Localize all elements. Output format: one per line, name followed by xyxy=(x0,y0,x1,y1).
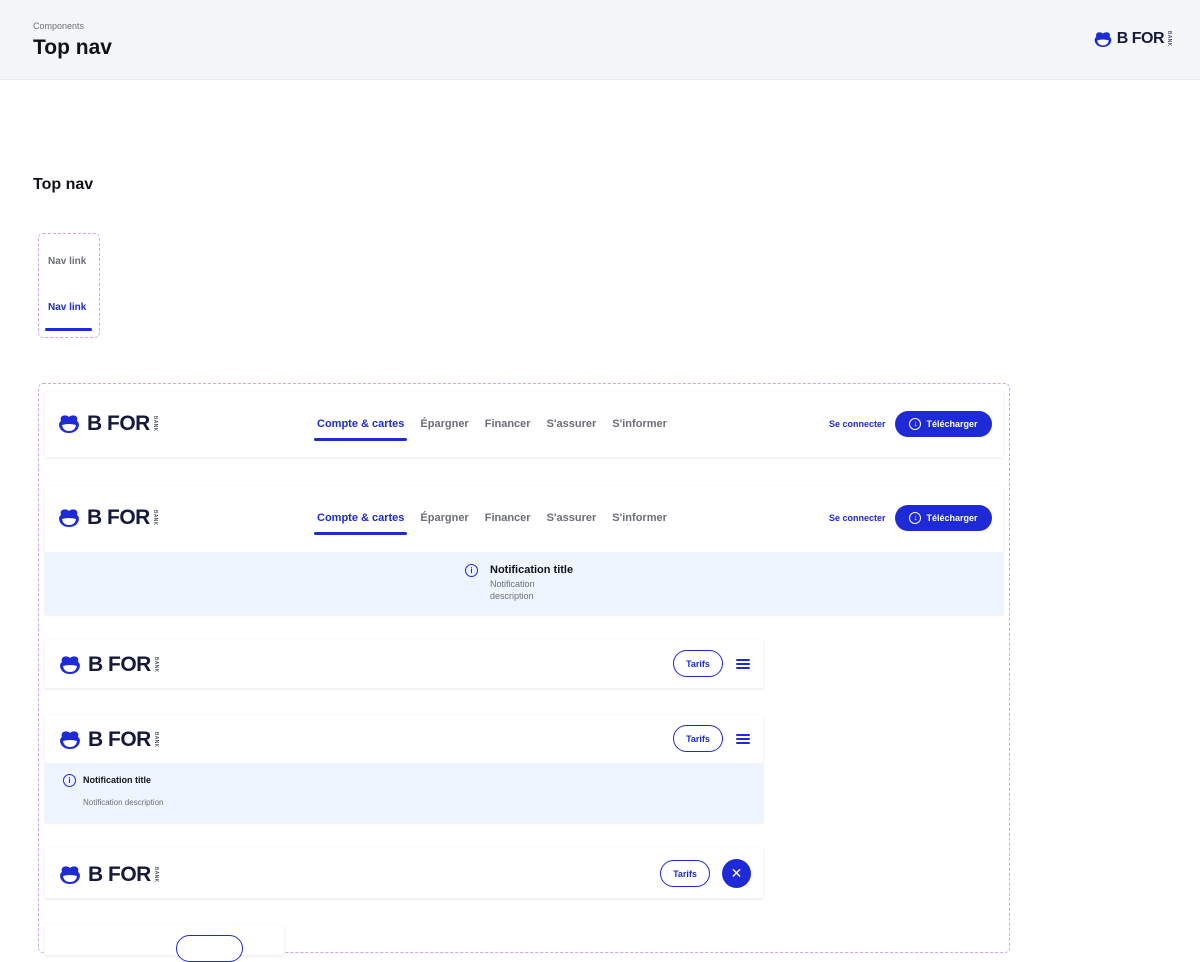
page-title: Top nav xyxy=(33,36,112,59)
download-circle-icon: ↓ xyxy=(909,512,922,524)
brand-logo[interactable]: B FOR BANK xyxy=(57,412,158,436)
main-menu: Compte & cartes Épargner Financer S'assu… xyxy=(313,512,667,535)
brand-sub: BANK xyxy=(151,510,158,526)
login-link[interactable]: Se connecter xyxy=(829,419,886,429)
breadcrumb: Components xyxy=(33,21,85,31)
hamburger-icon[interactable] xyxy=(736,734,750,744)
notification-banner: i Notification title Notification descri… xyxy=(45,552,1003,614)
menu-item-sinformer[interactable]: S'informer xyxy=(612,512,667,524)
tarifs-button[interactable]: Tarifs xyxy=(673,725,723,752)
login-link[interactable]: Se connecter xyxy=(829,513,886,523)
brand-sub: BANK xyxy=(152,867,159,883)
main-menu: Compte & cartes Épargner Financer S'assu… xyxy=(313,418,667,441)
tarifs-button[interactable]: Tarifs xyxy=(673,650,723,677)
brand-mark-icon xyxy=(60,866,80,884)
brand-mark-icon xyxy=(1094,31,1111,47)
brand-name: B FOR xyxy=(88,863,151,886)
mobile-top-nav-with-notification: B FOR BANK Tarifs i Notification title N… xyxy=(45,715,763,822)
brand-sub: BANK xyxy=(1166,31,1172,47)
brand-sub: BANK xyxy=(152,732,159,748)
notification-title: Notification title xyxy=(83,775,151,785)
notification-description: Notification description xyxy=(490,579,535,601)
brand-logo[interactable]: B FOR BANK xyxy=(58,653,159,677)
brand-logo[interactable]: B FOR BANK xyxy=(58,728,159,752)
info-icon: i xyxy=(63,774,76,787)
brand-name: B FOR xyxy=(1116,30,1165,47)
brand-mark-icon xyxy=(60,656,80,674)
brand-name: B FOR xyxy=(88,653,151,676)
download-button[interactable]: ↓ Télécharger xyxy=(895,505,992,531)
page-header: Components Top nav B FOR BANK xyxy=(0,0,1200,80)
menu-item-epargner[interactable]: Épargner xyxy=(420,418,468,430)
menu-item-compte-cartes[interactable]: Compte & cartes xyxy=(313,512,408,535)
tarifs-button-partial[interactable] xyxy=(176,935,243,962)
mobile-top-nav: B FOR BANK Tarifs xyxy=(45,640,763,688)
brand-mark-icon xyxy=(59,415,79,433)
nav-link-default[interactable]: Nav link xyxy=(48,256,86,267)
menu-item-sassurer[interactable]: S'assurer xyxy=(547,418,597,430)
notification-description: Notification description xyxy=(83,798,164,807)
download-circle-icon: ↓ xyxy=(909,418,922,430)
download-button[interactable]: ↓ Télécharger xyxy=(895,411,992,437)
brand-mark-icon xyxy=(60,731,80,749)
notification-banner: i Notification title Notification descri… xyxy=(45,763,763,822)
menu-item-sinformer[interactable]: S'informer xyxy=(612,418,667,430)
menu-item-financer[interactable]: Financer xyxy=(485,418,531,430)
brand-sub: BANK xyxy=(151,416,158,432)
download-button-label: Télécharger xyxy=(926,513,978,523)
nav-link-component-frame: Nav link Nav link xyxy=(38,233,100,338)
info-icon: i xyxy=(465,564,478,577)
mobile-top-nav-open: B FOR BANK Tarifs ✕ xyxy=(45,848,763,898)
desktop-top-nav-with-notification: B FOR BANK Compte & cartes Épargner Fina… xyxy=(45,486,1003,614)
small-top-nav-partial xyxy=(45,925,284,962)
menu-item-epargner[interactable]: Épargner xyxy=(420,512,468,524)
brand-logo[interactable]: B FOR BANK xyxy=(58,863,159,887)
brand-logo[interactable]: B FOR BANK xyxy=(57,506,158,530)
menu-item-compte-cartes[interactable]: Compte & cartes xyxy=(313,418,408,441)
brand-name: B FOR xyxy=(87,412,150,435)
notification-title: Notification title xyxy=(490,564,574,576)
menu-item-sassurer[interactable]: S'assurer xyxy=(547,512,597,524)
nav-link-active[interactable]: Nav link xyxy=(48,302,86,313)
close-icon[interactable]: ✕ xyxy=(722,859,751,888)
hamburger-icon[interactable] xyxy=(736,659,750,669)
brand-name: B FOR xyxy=(88,728,151,751)
section-title: Top nav xyxy=(33,176,94,193)
menu-item-financer[interactable]: Financer xyxy=(485,512,531,524)
brand-sub: BANK xyxy=(152,657,159,673)
download-button-label: Télécharger xyxy=(926,419,978,429)
desktop-top-nav: B FOR BANK Compte & cartes Épargner Fina… xyxy=(45,392,1003,457)
brand-logo: B FOR BANK xyxy=(1093,30,1172,48)
brand-name: B FOR xyxy=(87,506,150,529)
brand-mark-icon xyxy=(59,509,79,527)
nav-link-active-indicator xyxy=(45,328,92,331)
tarifs-button[interactable]: Tarifs xyxy=(660,860,710,887)
